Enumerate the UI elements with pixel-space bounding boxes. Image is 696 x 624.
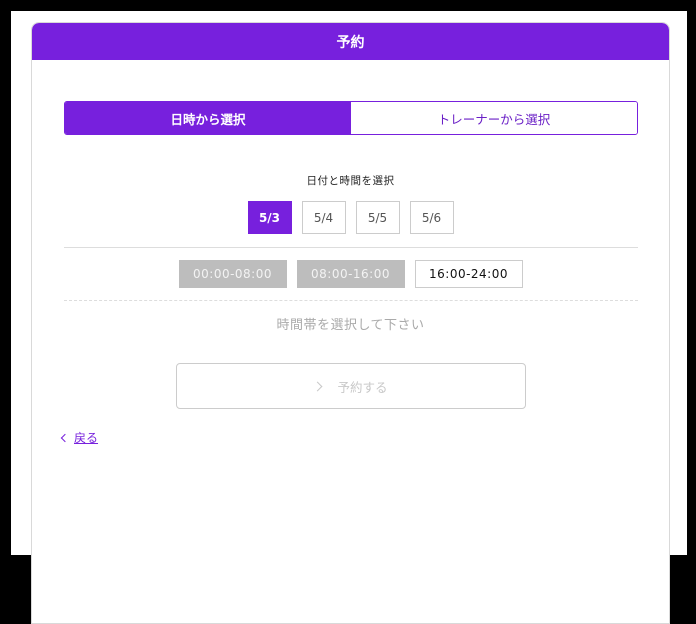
select-time-hint: 時間帯を選択して下さい [276, 318, 425, 333]
date-button-5-6[interactable]: 5/6 [409, 201, 454, 234]
divider [64, 247, 638, 248]
reservation-card: 予約 日時から選択 トレーナーから選択 日付と時間を選択 5/3 5/4 5/5… [31, 22, 670, 624]
mode-selector: 日時から選択 トレーナーから選択 [64, 101, 638, 135]
tab-select-by-trainer[interactable]: トレーナーから選択 [351, 102, 637, 134]
chevron-right-icon [313, 381, 323, 391]
time-slot-picker: 00:00-08:00 08:00-16:00 16:00-24:00 [32, 260, 669, 288]
date-picker: 5/3 5/4 5/5 5/6 [32, 201, 669, 234]
date-button-5-3[interactable]: 5/3 [247, 201, 292, 234]
back-link-label: 戻る [74, 431, 99, 445]
date-button-5-4[interactable]: 5/4 [301, 201, 346, 234]
date-button-5-5[interactable]: 5/5 [355, 201, 400, 234]
reserve-button-label: 予約する [337, 379, 388, 395]
chevron-left-icon [60, 433, 70, 442]
back-link[interactable]: 戻る [60, 429, 99, 446]
tab-select-by-datetime[interactable]: 日時から選択 [65, 102, 351, 134]
time-slot-08-16: 08:00-16:00 [296, 260, 405, 288]
dashed-divider [64, 300, 638, 301]
date-section-title: 日付と時間を選択 [306, 175, 395, 187]
time-slot-16-24[interactable]: 16:00-24:00 [414, 260, 523, 288]
card-header: 予約 [32, 23, 669, 60]
page-frame: 予約 日時から選択 トレーナーから選択 日付と時間を選択 5/3 5/4 5/5… [11, 11, 687, 624]
page-title: 予約 [336, 34, 365, 51]
reserve-button[interactable]: 予約する [176, 363, 526, 409]
time-slot-00-08: 00:00-08:00 [178, 260, 287, 288]
